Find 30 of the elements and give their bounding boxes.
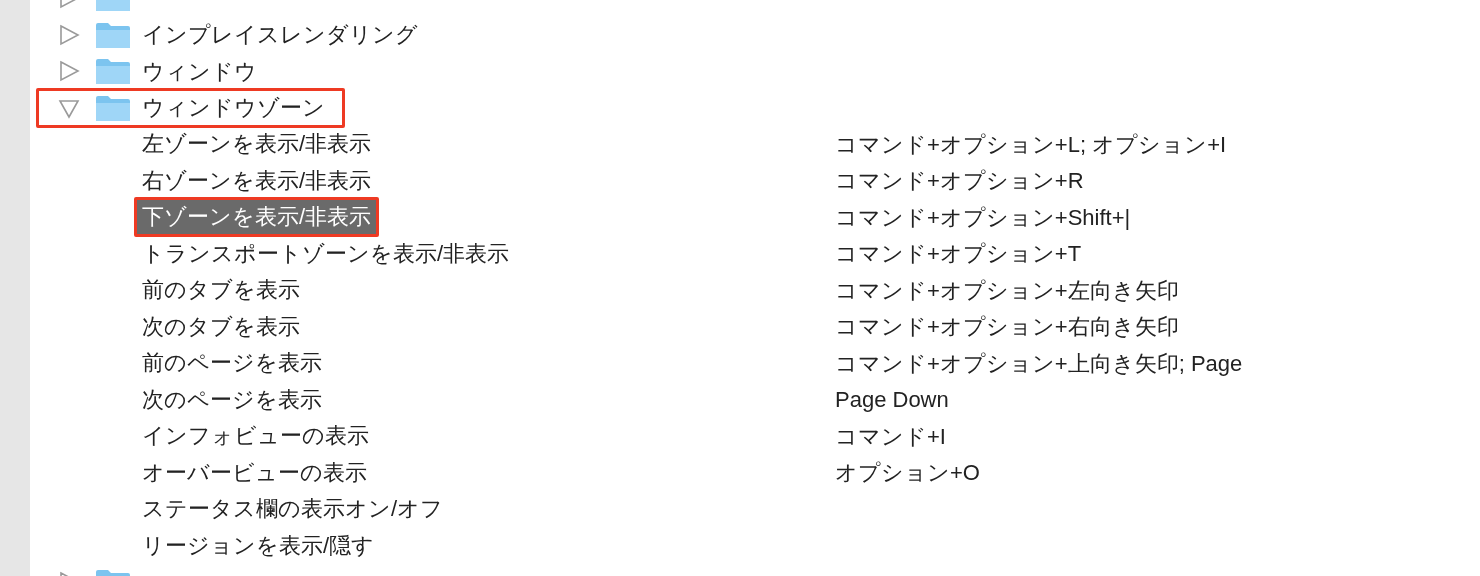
shortcut-text: オプション+O — [835, 460, 980, 486]
shortcut-text: コマンド+オプション+左向き矢印 — [835, 277, 1179, 303]
folder-label[interactable]: ウィンドウ — [142, 54, 257, 88]
shortcut-text: コマンド+オプション+Shift+| — [835, 204, 1131, 230]
folder-icon — [95, 93, 131, 122]
collapsed-triangle-icon[interactable] — [58, 23, 80, 46]
folder-label[interactable]: インプレイスレンダリング — [142, 18, 418, 52]
command-label[interactable]: 右ゾーンを表示/非表示 — [134, 165, 380, 196]
command-label[interactable]: 次のタブを表示 — [134, 311, 308, 342]
shortcut-text: Page Down — [835, 387, 949, 413]
shortcut-text: コマンド+オプション+L; オプション+I — [835, 131, 1227, 157]
command-label[interactable]: オーバービューの表示 — [134, 457, 375, 488]
command-label[interactable]: 下ゾーンを表示/非表示 — [134, 197, 380, 238]
shortcut-text: コマンド+I — [835, 423, 946, 449]
shortcut-text: コマンド+オプション+R — [835, 168, 1084, 194]
command-label[interactable]: リージョンを表示/隠す — [134, 530, 383, 561]
command-label[interactable]: 前のページを表示 — [134, 348, 330, 379]
command-label[interactable]: 左ゾーンを表示/非表示 — [134, 129, 380, 160]
folder-label[interactable]: ウィンドウゾーン — [142, 91, 325, 125]
shortcut-text: コマンド+オプション+右向き矢印 — [835, 314, 1179, 340]
command-label[interactable]: トランスポートゾーンを表示/非表示 — [134, 238, 518, 269]
folder-icon — [95, 20, 131, 49]
collapsed-triangle-icon[interactable] — [58, 60, 80, 83]
folder-icon — [95, 57, 131, 86]
command-label[interactable]: ステータス欄の表示オン/オフ — [134, 494, 452, 525]
command-label[interactable]: 前のタブを表示 — [134, 275, 308, 306]
command-label[interactable]: インフォビューの表示 — [134, 421, 377, 452]
shortcut-text: コマンド+オプション+T — [835, 241, 1082, 267]
command-label[interactable]: 次のページを表示 — [134, 384, 330, 415]
shortcut-text: コマンド+オプション+上向き矢印; Page — [835, 350, 1243, 376]
